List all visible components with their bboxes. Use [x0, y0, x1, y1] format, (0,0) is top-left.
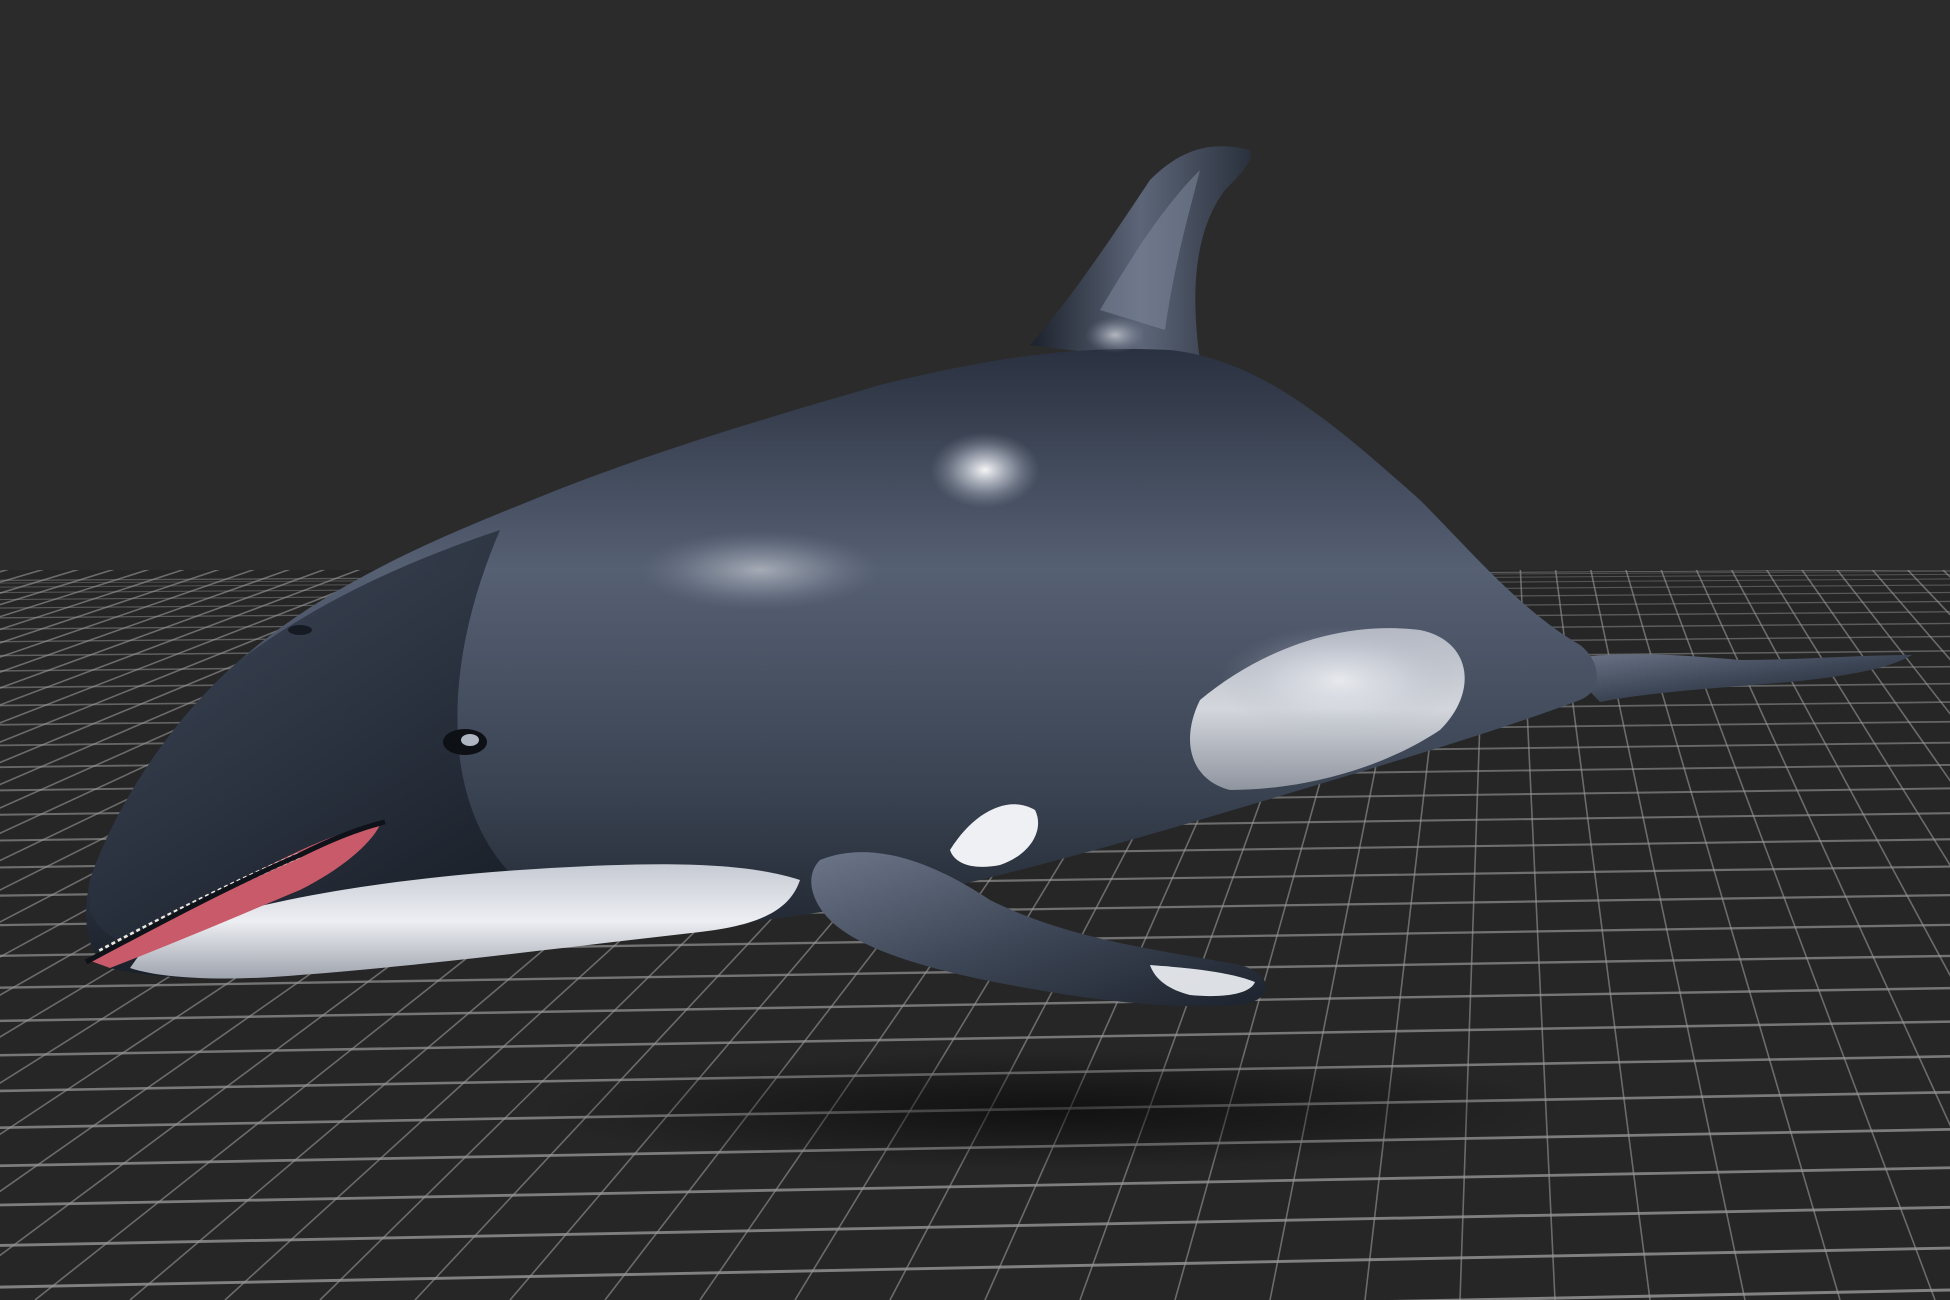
scene-canvas[interactable]: [0, 0, 1950, 1300]
blowhole: [288, 625, 312, 635]
body-highlight-mid: [640, 530, 880, 610]
fin-base-highlight: [1085, 317, 1145, 353]
3d-viewport[interactable]: [0, 0, 1950, 1300]
eye-shine: [461, 734, 479, 746]
body-highlight-side: [1220, 625, 1460, 735]
body-highlight-top: [930, 432, 1040, 508]
model-shadow: [530, 1050, 1570, 1170]
